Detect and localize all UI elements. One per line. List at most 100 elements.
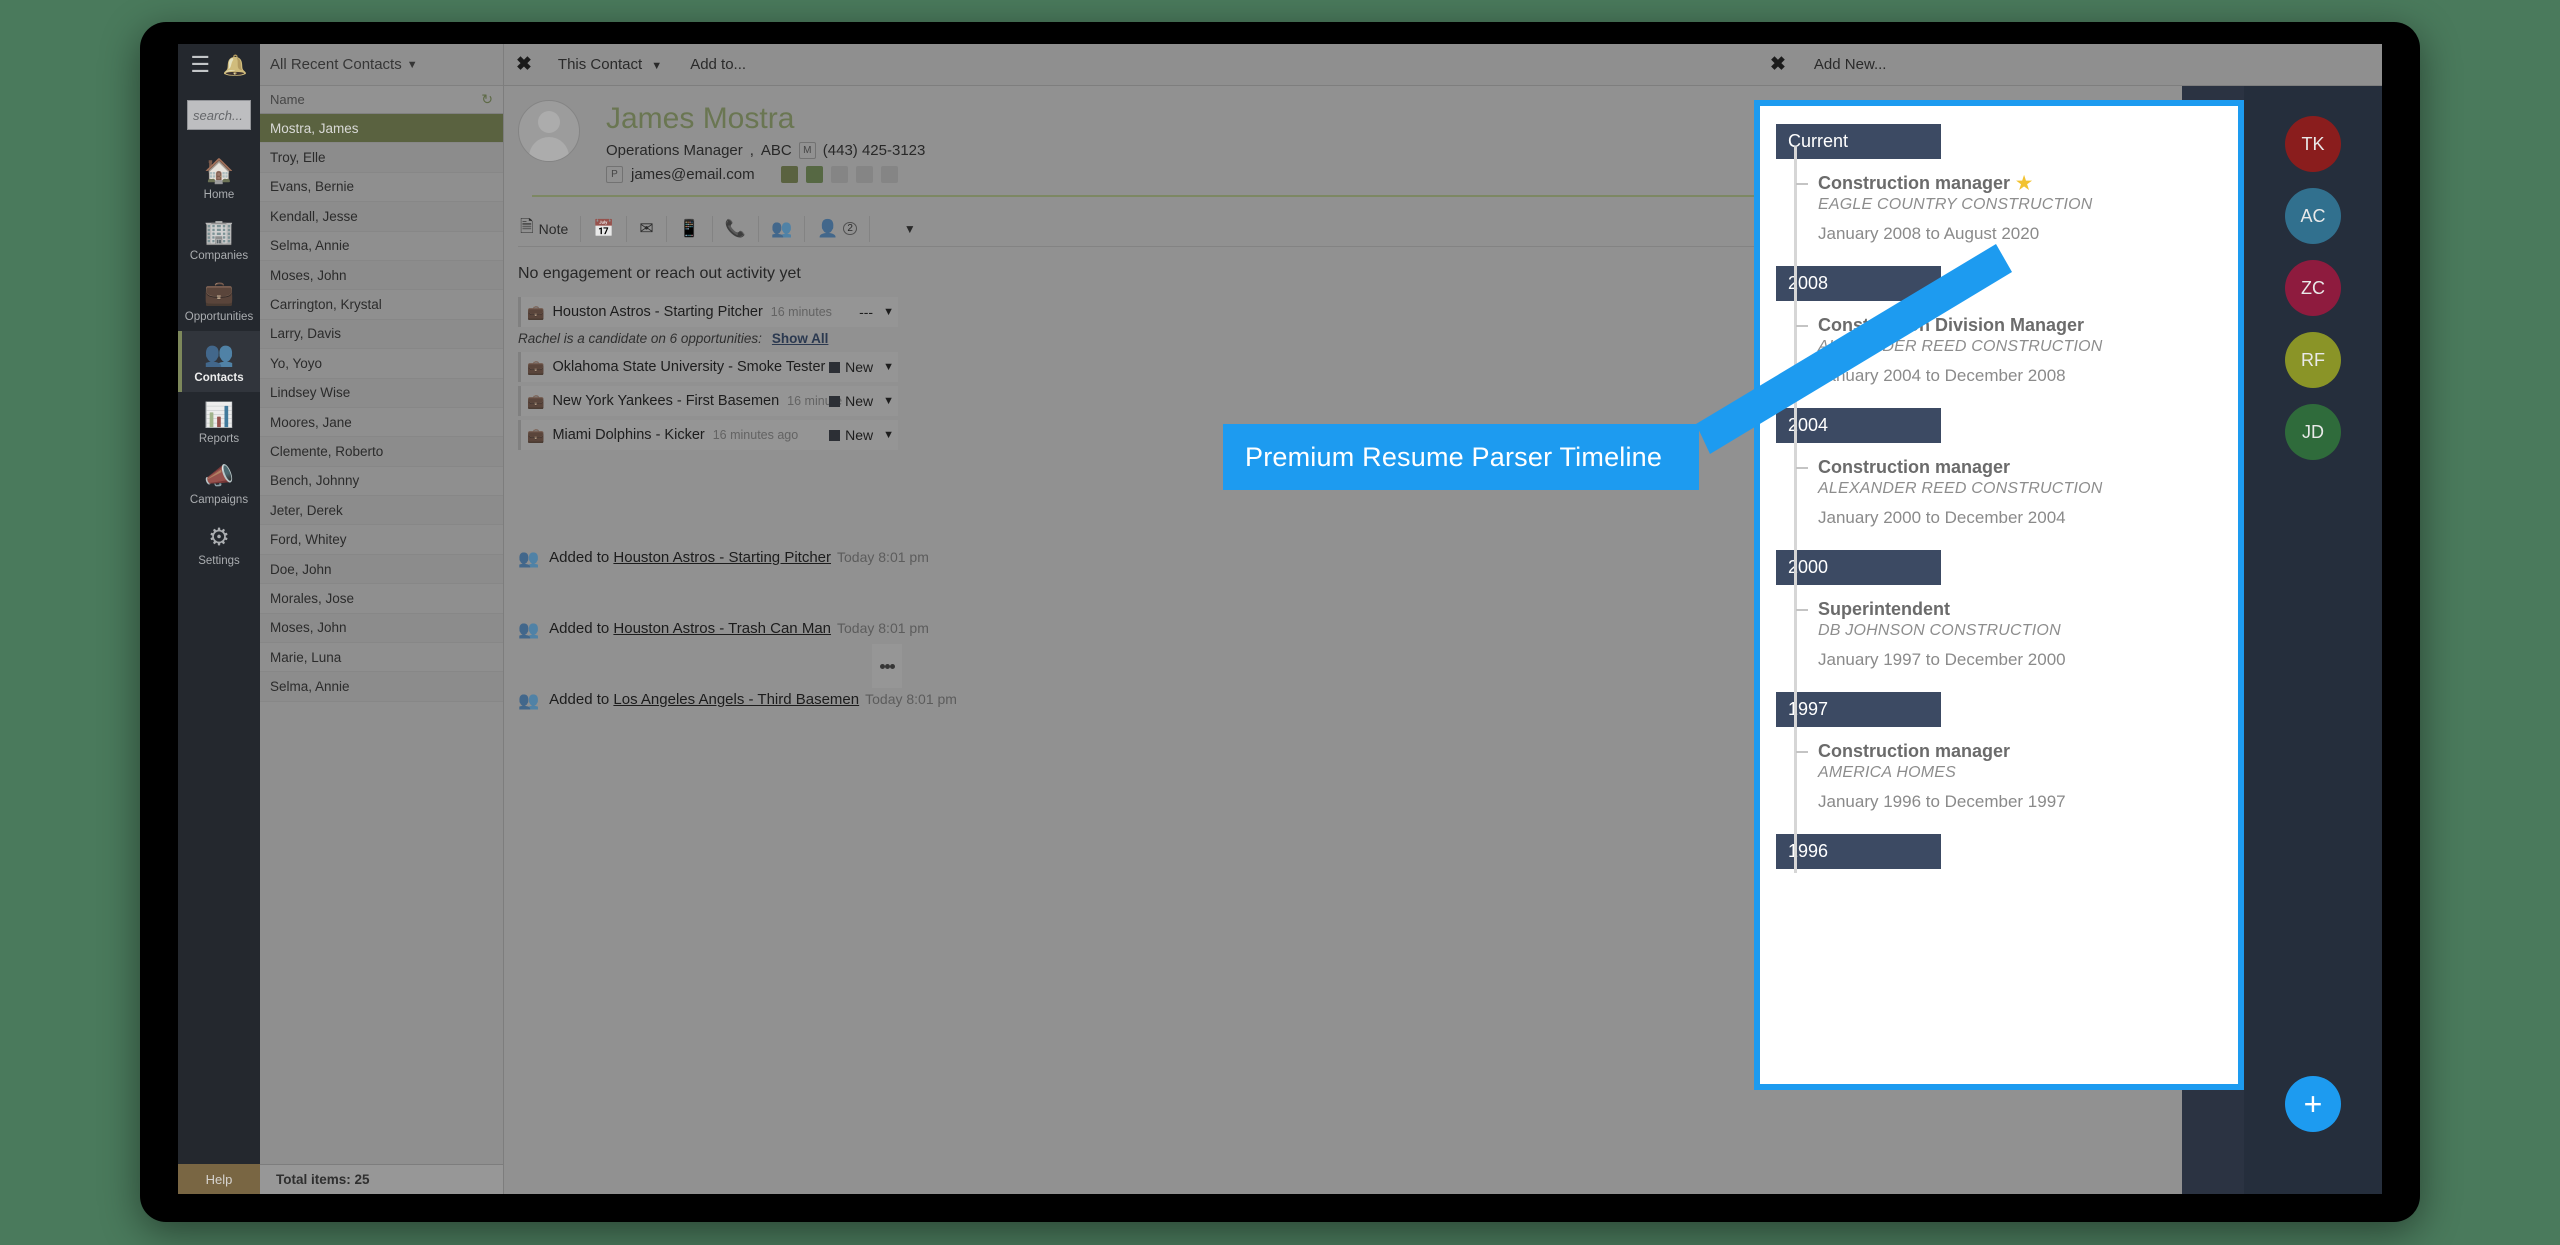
list-item-label: Morales, Jose <box>270 590 355 606</box>
briefcase-icon: 💼 <box>527 392 545 409</box>
list-item[interactable]: Marie, Luna <box>260 643 503 673</box>
twitter-icon[interactable] <box>880 166 898 183</box>
chevron-down-icon: ▼ <box>883 429 894 441</box>
list-item-label: Carrington, Krystal <box>270 297 382 313</box>
note-icon: 🗎 <box>520 217 534 236</box>
sidebar-item-campaigns[interactable]: 📣 Campaigns <box>178 453 260 514</box>
add-person-button[interactable]: 👤 2 <box>805 215 870 242</box>
facebook-icon[interactable] <box>830 166 848 183</box>
opportunity-row[interactable]: 💼 Miami Dolphins - Kicker 16 minutes ago Ne… <box>518 420 898 450</box>
nav-rail-top: ☰ 🔔 <box>178 44 260 86</box>
opportunity-row[interactable]: 💼 New York Yankees - First Basemen 16 minu… <box>518 386 898 416</box>
list-item[interactable]: Bench, Johnny <box>260 466 503 497</box>
sidebar-item-opportunities[interactable]: 💼 Opportunities <box>178 270 260 331</box>
sidebar-item-reports[interactable]: 📊 Reports <box>178 392 260 453</box>
hamburger-icon[interactable]: ☰ <box>190 52 210 78</box>
opportunity-status-dropdown[interactable]: New ▼ <box>829 393 894 409</box>
feed-author: JB <box>518 576 1852 592</box>
show-all-link[interactable]: Show All <box>772 331 829 346</box>
feed-prefix: Added to <box>549 691 610 708</box>
list-item[interactable]: Evans, Bernie <box>260 172 503 203</box>
feed-link[interactable]: Houston Astros - Trash Can Man <box>613 620 831 637</box>
linkedin-icon[interactable] <box>855 166 873 183</box>
list-item[interactable]: Yo, Yoyo <box>260 349 503 379</box>
list-item[interactable]: Carrington, Krystal <box>260 290 503 320</box>
opportunity-row[interactable]: 💼 Houston Astros - Starting Pitcher 16 min… <box>518 297 898 327</box>
job-dates: January 2008 to August 2020 <box>1818 224 2040 243</box>
list-item[interactable]: Troy, Elle <box>260 143 503 173</box>
list-item[interactable]: Kendall, Jesse <box>260 202 503 232</box>
list-item[interactable]: Clemente, Roberto <box>260 437 503 467</box>
timeline-job-entry: Construction manager ALEXANDER REED CONST… <box>1776 447 2238 550</box>
email-button[interactable]: ✉ <box>627 215 667 242</box>
opportunity-status-dropdown[interactable]: New ▼ <box>829 427 894 443</box>
calendar-button[interactable]: 📅 <box>581 215 628 242</box>
briefcase-icon: 💼 <box>527 303 545 320</box>
list-item[interactable]: Selma, Annie <box>260 672 503 702</box>
avatar-initials: RF <box>2301 349 2325 370</box>
right-avatar-rail: TK AC ZC RF JD + <box>2244 44 2382 1194</box>
people-button[interactable]: 👥 <box>759 215 806 242</box>
list-item-label: Moses, John <box>270 267 347 283</box>
add-new-dropdown[interactable]: Add New... <box>1814 56 1887 73</box>
user-avatar[interactable]: JD <box>2285 404 2341 460</box>
sidebar-item-label: Campaigns <box>189 494 249 506</box>
list-item[interactable]: Selma, Annie <box>260 231 503 261</box>
list-item[interactable]: Jeter, Derek <box>260 496 503 526</box>
opportunity-status-dropdown[interactable]: New ▼ <box>829 359 894 375</box>
list-item[interactable]: Ford, Whitey <box>260 525 503 555</box>
feed-link[interactable]: Houston Astros - Starting Pitcher <box>613 549 831 566</box>
personal-badge: P <box>606 166 623 183</box>
list-item[interactable]: Mostra, James <box>260 114 503 144</box>
gear-icon: ⚙ <box>208 524 230 551</box>
this-contact-dropdown[interactable]: This Contact ▼ <box>558 56 662 73</box>
more-actions-button[interactable]: ▼ <box>870 216 928 242</box>
bell-icon[interactable]: 🔔 <box>223 53 248 78</box>
sidebar-item-settings[interactable]: ⚙ Settings <box>178 514 260 575</box>
opportunity-status-dropdown[interactable]: --- ▼ <box>859 304 894 320</box>
user-avatar[interactable]: TK <box>2285 116 2341 172</box>
list-item[interactable]: Morales, Jose <box>260 584 503 614</box>
user-avatar[interactable]: RF <box>2285 332 2341 388</box>
list-item[interactable]: Larry, Davis <box>260 319 503 350</box>
opportunity-row[interactable]: 💼 Oklahoma State University - Smoke Teste… <box>518 352 898 382</box>
close-icon[interactable]: ✖ <box>516 53 532 76</box>
list-item[interactable]: Doe, John <box>260 554 503 585</box>
help-button[interactable]: Help <box>178 1164 260 1194</box>
feed-prefix: Added to <box>549 620 610 637</box>
contact-list-filter-dropdown[interactable]: All Recent Contacts ▼ <box>260 44 503 86</box>
sidebar-item-companies[interactable]: 🏢 Companies <box>178 209 260 270</box>
list-item[interactable]: Moses, John <box>260 260 503 291</box>
note-button[interactable]: 🗎 Note <box>518 215 582 242</box>
close-icon[interactable]: ✖ <box>1770 53 1786 76</box>
avatar-initials: AC <box>2300 205 2326 226</box>
this-contact-label: This Contact <box>557 56 643 73</box>
candidate-note: Rachel is a candidate on 6 opportunities… <box>518 331 898 346</box>
user-avatar[interactable]: AC <box>2285 188 2341 244</box>
list-item[interactable]: Moores, Jane <box>260 407 503 438</box>
feed-link[interactable]: Los Angeles Angels - Third Basemen <box>613 691 859 708</box>
sidebar-item-home[interactable]: 🏠 Home <box>178 148 260 209</box>
email-icon[interactable] <box>780 166 798 183</box>
call-button[interactable]: 📞 <box>713 215 760 242</box>
premium-resume-parser-timeline-panel: Current Construction manager ★ EAGLE COUNTR… <box>1754 100 2244 1090</box>
add-to-dropdown[interactable]: Add to... <box>690 56 746 73</box>
fax-button[interactable]: 📱 <box>667 215 713 242</box>
feed-entry: 👥 Added to Los Angeles Angels - Third Bas… <box>518 691 1852 734</box>
buildings-icon: 🏢 <box>204 219 234 246</box>
timeline-year-chip: 1997 <box>1776 692 1941 727</box>
floating-add-button[interactable]: + <box>2285 1076 2341 1132</box>
phone-icon[interactable] <box>805 166 823 183</box>
job-title: Construction manager <box>1818 457 2238 478</box>
briefcase-icon: 💼 <box>204 280 234 307</box>
user-avatar[interactable]: ZC <box>2285 260 2341 316</box>
sidebar-item-label: Companies <box>189 250 249 262</box>
search-input[interactable]: search... <box>187 100 251 130</box>
list-item[interactable]: Lindsey Wise <box>260 378 503 408</box>
timeline-year-chip: 2000 <box>1776 550 1941 585</box>
timeline-job-entry: Superintendent DB JOHNSON CONSTRUCTION Jan… <box>1776 589 2238 692</box>
list-item[interactable]: Moses, John <box>260 613 503 644</box>
refresh-icon[interactable]: ↻ <box>481 91 493 108</box>
add-person-icon: 👥 <box>518 691 540 710</box>
sidebar-item-contacts[interactable]: 👥 Contacts <box>178 331 260 392</box>
